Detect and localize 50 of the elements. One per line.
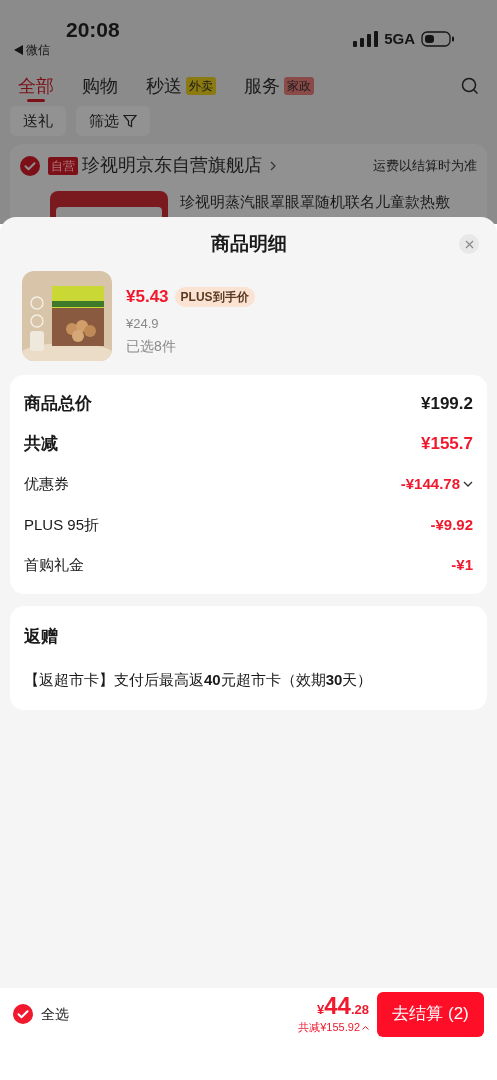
status-time: 20:08 [66, 17, 120, 43]
gift-title: 返赠 [24, 625, 59, 648]
item-price: ¥5.43 [126, 286, 169, 308]
filter-icon [123, 114, 137, 128]
summary-value: ¥199.2 [421, 392, 473, 415]
filter-chip[interactable]: 筛选 [76, 106, 150, 136]
sheet-title: 商品明细 [210, 231, 287, 256]
tab-badge: 外卖 [186, 77, 216, 95]
summary-value[interactable]: -¥144.78 [400, 473, 460, 496]
back-icon[interactable] [14, 45, 23, 55]
signal-icon [353, 31, 379, 48]
category-tab[interactable]: 服务 家政 [244, 70, 314, 102]
filter-chip[interactable]: 送礼 [10, 106, 66, 136]
back-app-link[interactable]: 微信 [26, 41, 50, 59]
category-tab[interactable]: 全部 [18, 70, 54, 102]
tab-badge: 家政 [284, 77, 314, 95]
close-button[interactable] [459, 234, 479, 254]
summary-value: -¥1 [451, 555, 473, 575]
product-title[interactable]: 珍视明蒸汽眼罩眼罩随机联名儿童款热敷 [180, 191, 450, 214]
chevron-right-icon[interactable] [270, 160, 276, 171]
search-icon[interactable] [461, 77, 479, 95]
summary-label: 优惠券 [24, 474, 69, 494]
select-all-label[interactable]: 全选 [41, 1003, 69, 1025]
chevron-down-icon[interactable] [463, 480, 473, 488]
summary-label: 商品总价 [24, 392, 92, 415]
original-price: ¥24.9 [126, 314, 160, 333]
network-label: 5GA [384, 29, 415, 49]
category-tab[interactable]: 购物 [82, 70, 118, 102]
checkout-button[interactable]: 去结算 (2) [377, 991, 484, 1037]
store-tag: 自营 [48, 156, 78, 175]
checkbox[interactable] [20, 155, 40, 176]
chevron-up-icon[interactable] [362, 1024, 369, 1030]
total-integer: 44 [324, 992, 351, 1019]
plus-price-badge: PLUS到手价 [174, 286, 255, 307]
selected-quantity: 已选8件 [126, 337, 177, 356]
store-name[interactable]: 珍视明京东自营旗舰店 [82, 152, 262, 179]
summary-value: ¥155.7 [421, 433, 473, 455]
summary-value: -¥9.92 [430, 514, 473, 535]
close-icon [464, 239, 474, 249]
summary-label: 共减 [24, 433, 58, 455]
category-tab[interactable]: 秒送 外卖 [146, 70, 216, 102]
total-decimal: .28 [350, 1001, 369, 1019]
gift-description: 【返超市卡】支付后最高返40元超市卡（效期30天） [24, 670, 374, 690]
savings-label[interactable]: 共减¥155.92 [298, 1019, 360, 1036]
battery-icon [421, 31, 455, 48]
summary-label: 首购礼金 [24, 555, 84, 575]
checkbox[interactable] [13, 1004, 33, 1024]
shipping-note: 运费以结算时为准 [373, 156, 477, 175]
summary-label: PLUS 95折 [24, 514, 100, 535]
currency-symbol: ¥ [317, 1001, 325, 1019]
